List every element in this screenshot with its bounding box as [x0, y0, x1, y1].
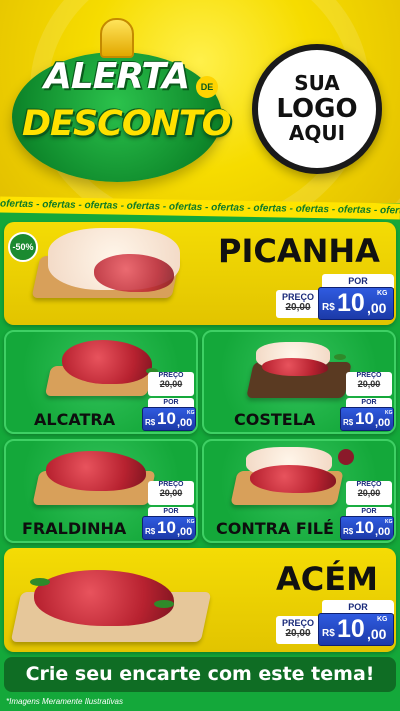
- old-price-value: 20,00: [357, 379, 381, 389]
- old-price-label: PREÇO: [281, 292, 314, 302]
- unit: KG: [377, 616, 388, 623]
- meat-image: [94, 254, 174, 292]
- product-card-fraldinha[interactable]: FRALDINHA PREÇO 20,00 POR R$ 10 ,00 KG: [4, 439, 198, 543]
- product-card-alcatra[interactable]: ALCATRA PREÇO 20,00 POR R$ 10 ,00 KG: [4, 330, 198, 434]
- price-tag: PREÇO 20,00 POR R$ 10 ,00 KG: [276, 274, 394, 320]
- old-price-label: PREÇO: [158, 372, 184, 379]
- herb-garnish: [30, 578, 50, 586]
- discount-badge: -50%: [8, 232, 38, 262]
- logo-placeholder: SUA LOGO AQUI: [252, 44, 382, 174]
- price-tag: PREÇO 20,00 POR R$ 10 ,00 KG: [340, 360, 394, 432]
- old-price-value: 20,00: [357, 488, 381, 498]
- new-price: R$ 10 ,00 KG: [142, 407, 196, 431]
- alarm-light-icon: [100, 18, 134, 58]
- currency: R$: [343, 418, 354, 427]
- meat-image: [62, 340, 152, 384]
- product-name: FRALDINHA: [22, 519, 127, 538]
- logo-text-2: LOGO: [276, 93, 358, 124]
- new-price-label: POR: [322, 600, 394, 614]
- old-price-label: PREÇO: [158, 481, 184, 488]
- old-price-label: PREÇO: [356, 372, 382, 379]
- new-price-label: POR: [322, 274, 394, 288]
- unit: KG: [187, 519, 195, 525]
- old-price-label: PREÇO: [281, 618, 314, 628]
- old-price: PREÇO 20,00: [276, 616, 320, 644]
- product-name: PICANHA: [218, 232, 380, 270]
- price-decimal: ,00: [367, 626, 387, 642]
- price-decimal: ,00: [367, 300, 387, 316]
- product-name: COSTELA: [234, 410, 316, 429]
- old-price: PREÇO 20,00: [346, 481, 392, 505]
- footnote: *Imagens Meramente Ilustrativas: [6, 697, 123, 706]
- price-integer: 10: [355, 409, 374, 428]
- price-decimal: ,00: [177, 526, 193, 538]
- product-card-costela[interactable]: COSTELA PREÇO 20,00 POR R$ 10 ,00 KG: [202, 330, 396, 434]
- price-tag: PREÇO 20,00 POR R$ 10 ,00 KG: [142, 360, 196, 432]
- price-decimal: ,00: [375, 526, 391, 538]
- product-card-acem[interactable]: ACÉM PREÇO 20,00 POR R$ 10 ,00 KG: [4, 548, 396, 652]
- price-integer: 10: [157, 518, 176, 537]
- product-name: ACÉM: [276, 560, 378, 598]
- herb-garnish: [154, 600, 174, 608]
- new-price: R$ 10 ,00 KG: [142, 516, 196, 540]
- price-tag: PREÇO 20,00 POR R$ 10 ,00 KG: [340, 469, 394, 541]
- old-price-value: 20,00: [159, 379, 183, 389]
- currency: R$: [322, 628, 335, 639]
- price-integer: 10: [337, 289, 365, 317]
- title-desconto: DESCONTO: [22, 104, 232, 144]
- unit: KG: [385, 519, 393, 525]
- price-integer: 10: [157, 409, 176, 428]
- currency: R$: [343, 527, 354, 536]
- new-price: R$ 10 ,00 KG: [340, 516, 394, 540]
- price-integer: 10: [355, 518, 374, 537]
- price-decimal: ,00: [177, 417, 193, 429]
- old-price: PREÇO 20,00: [148, 481, 194, 505]
- product-name: CONTRA FILÉ: [216, 519, 334, 538]
- price-integer: 10: [337, 615, 365, 643]
- logo-text-1: SUA: [294, 71, 340, 96]
- new-price: R$ 10 ,00 KG: [318, 287, 394, 320]
- old-price-value: 20,00: [159, 488, 183, 498]
- new-price: R$ 10 ,00 KG: [318, 613, 394, 646]
- old-price-value: 20,00: [285, 302, 311, 313]
- title-de: DE: [196, 76, 218, 98]
- hero-banner: ALERTA DE DESCONTO SUA LOGO AQUI: [0, 0, 400, 203]
- old-price-value: 20,00: [285, 628, 311, 639]
- price-tag: PREÇO 20,00 POR R$ 10 ,00 KG: [276, 600, 394, 646]
- old-price-label: PREÇO: [356, 481, 382, 488]
- currency: R$: [145, 527, 156, 536]
- meat-image: [250, 465, 336, 493]
- currency: R$: [322, 302, 335, 313]
- old-price: PREÇO 20,00: [148, 372, 194, 396]
- new-price: R$ 10 ,00 KG: [340, 407, 394, 431]
- price-decimal: ,00: [375, 417, 391, 429]
- currency: R$: [145, 418, 156, 427]
- logo-text-3: AQUI: [288, 121, 346, 146]
- onion-garnish: [338, 449, 354, 465]
- cta-banner[interactable]: Crie seu encarte com este tema!: [4, 657, 396, 692]
- old-price: PREÇO 20,00: [276, 290, 320, 318]
- meat-image: [262, 358, 328, 376]
- unit: KG: [385, 410, 393, 416]
- product-name: ALCATRA: [34, 410, 116, 429]
- unit: KG: [377, 290, 388, 297]
- price-tag: PREÇO 20,00 POR R$ 10 ,00 KG: [142, 469, 196, 541]
- product-card-contra-file[interactable]: CONTRA FILÉ PREÇO 20,00 POR R$ 10 ,00 KG: [202, 439, 396, 543]
- meat-image: [46, 451, 146, 491]
- unit: KG: [187, 410, 195, 416]
- product-card-picanha[interactable]: PICANHA PREÇO 20,00 POR R$ 10 ,00 KG: [4, 222, 396, 325]
- old-price: PREÇO 20,00: [346, 372, 392, 396]
- meat-image: [34, 570, 174, 626]
